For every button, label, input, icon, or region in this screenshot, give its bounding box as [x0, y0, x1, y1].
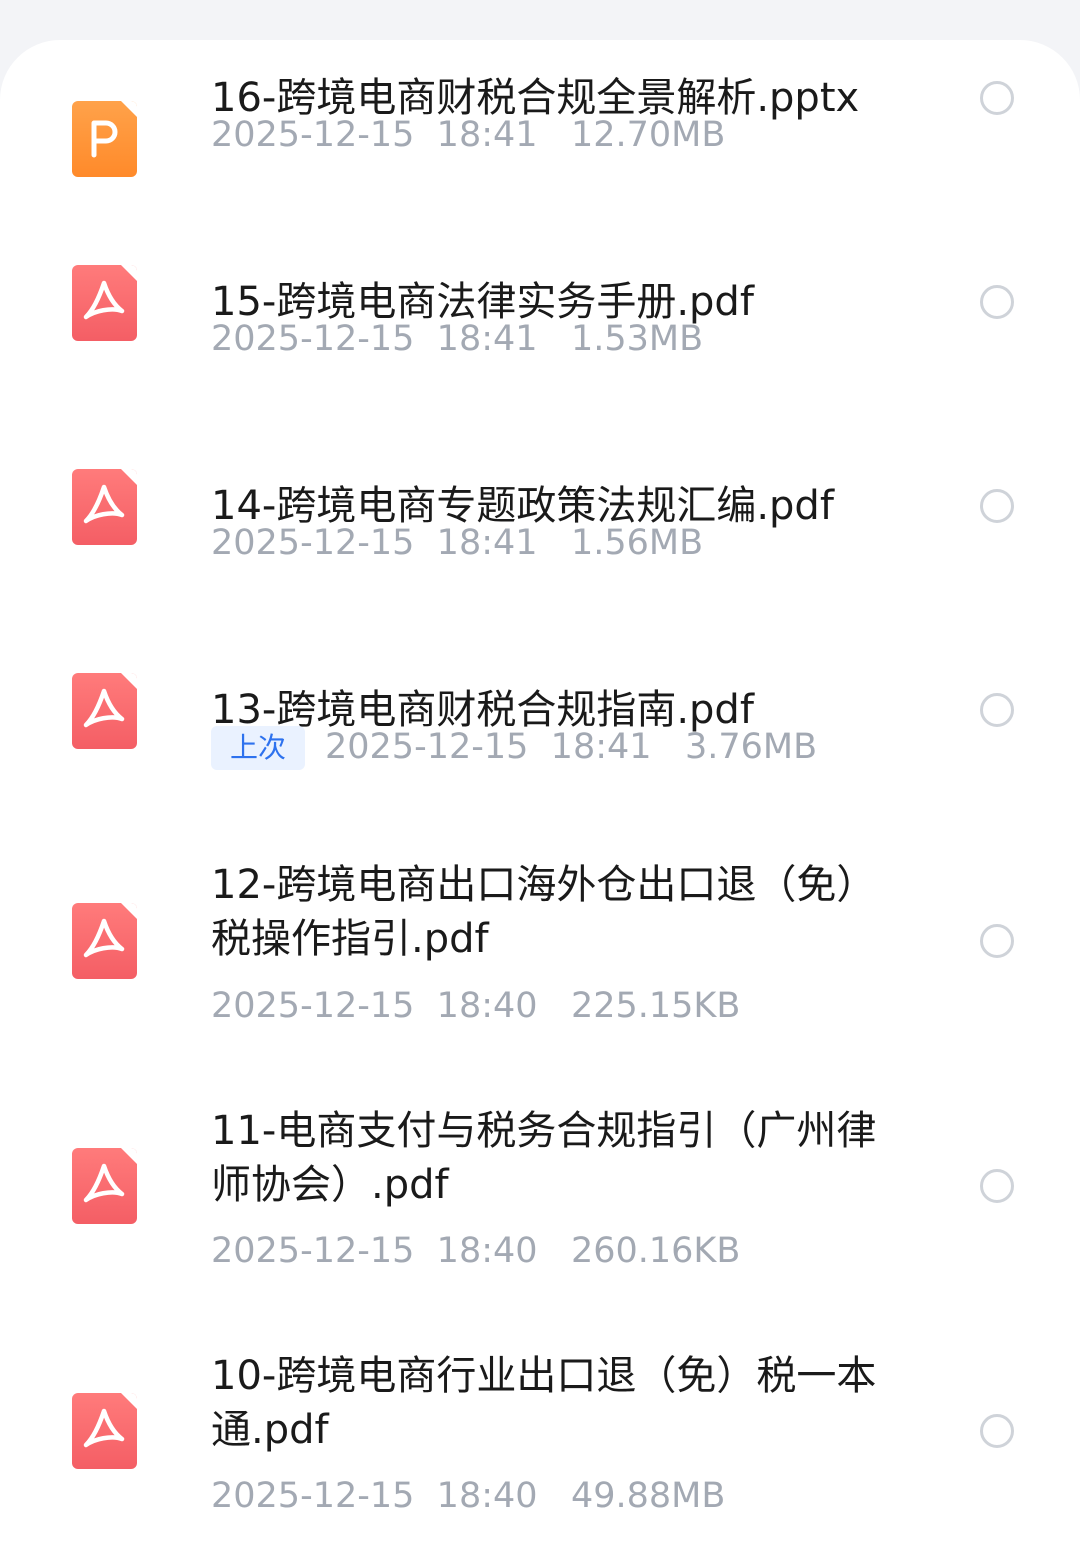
file-name-line-1: 10-跨境电商行业出口退（免）税一本 [211, 1353, 877, 1399]
select-radio-icon[interactable] [980, 285, 1014, 319]
select-radio-icon[interactable] [980, 693, 1014, 727]
file-date: 2025-12-15 [325, 727, 529, 767]
last-opened-badge: 上次 [211, 726, 305, 770]
pdf-file-icon [72, 1148, 137, 1224]
file-name-line-2: 税操作指引.pdf [211, 916, 489, 962]
file-date: 2025-12-15 [211, 1476, 415, 1516]
file-size: 49.88MB [570, 1476, 726, 1516]
pdf-file-icon [72, 673, 137, 749]
file-name-line-1: 11-电商支付与税务合规指引（广州律 [211, 1108, 877, 1154]
pdf-file-icon [72, 1393, 137, 1469]
file-size: 1.56MB [570, 523, 704, 563]
pdf-file-icon [72, 903, 137, 979]
file-date: 2025-12-15 [211, 986, 415, 1026]
pdf-file-icon [72, 265, 137, 341]
file-size: 260.16KB [570, 1231, 741, 1271]
file-meta: 2025-12-15 18:40 225.15KB [211, 984, 740, 1028]
select-radio-icon[interactable] [980, 489, 1014, 523]
file-time: 18:40 [436, 1476, 538, 1516]
file-time: 18:41 [436, 115, 538, 155]
file-meta: 2025-12-15 18:41 12.70MB [211, 113, 725, 157]
file-date: 2025-12-15 [211, 1231, 415, 1271]
file-meta: 2025-12-15 18:41 1.56MB [211, 521, 703, 565]
file-name: 12-跨境电商出口海外仓出口退（免） 税操作指引.pdf [211, 858, 911, 966]
file-time: 18:41 [436, 523, 538, 563]
select-radio-icon[interactable] [980, 1414, 1014, 1448]
select-radio-icon[interactable] [980, 924, 1014, 958]
select-radio-icon[interactable] [980, 81, 1014, 115]
file-date: 2025-12-15 [211, 319, 415, 359]
file-name-line-1: 12-跨境电商出口海外仓出口退（免） [211, 862, 877, 908]
file-size: 12.70MB [570, 115, 726, 155]
file-meta: 2025-12-15 18:40 49.88MB [211, 1474, 725, 1518]
ppt-file-icon [72, 101, 137, 177]
file-time: 18:41 [436, 319, 538, 359]
file-name: 11-电商支付与税务合规指引（广州律 师协会）.pdf [211, 1104, 911, 1212]
file-time: 18:40 [436, 1231, 538, 1271]
select-radio-icon[interactable] [980, 1169, 1014, 1203]
file-list-sheet: 16-跨境电商财税合规全景解析.pptx 2025-12-15 18:41 12… [0, 40, 1080, 1558]
file-time: 18:41 [550, 727, 652, 767]
file-meta: 2025-12-15 18:40 260.16KB [211, 1229, 740, 1273]
pdf-file-icon [72, 469, 137, 545]
file-date: 2025-12-15 [211, 523, 415, 563]
file-size: 3.76MB [684, 727, 818, 767]
file-name: 10-跨境电商行业出口退（免）税一本 通.pdf [211, 1349, 911, 1457]
file-name-line-2: 师协会）.pdf [211, 1162, 449, 1208]
file-date: 2025-12-15 [211, 115, 415, 155]
file-meta: 2025-12-15 18:41 1.53MB [211, 317, 703, 361]
file-size: 225.15KB [570, 986, 741, 1026]
file-name-line-2: 通.pdf [211, 1407, 329, 1453]
file-meta: 2025-12-15 18:41 3.76MB [325, 725, 817, 769]
file-time: 18:40 [436, 986, 538, 1026]
file-size: 1.53MB [570, 319, 704, 359]
